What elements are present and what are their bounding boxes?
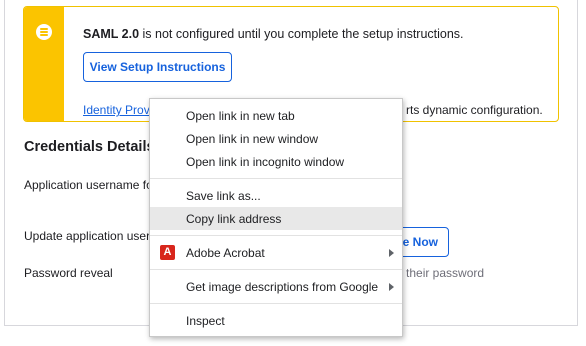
list-icon — [36, 24, 52, 40]
menu-copy-link-address[interactable]: Copy link address — [150, 207, 402, 230]
notice-message: SAML 2.0 is not configured until you com… — [83, 27, 464, 41]
menu-separator — [150, 269, 402, 270]
menu-adobe-acrobat[interactable]: A Adobe Acrobat — [150, 241, 402, 264]
menu-open-new-tab[interactable]: Open link in new tab — [150, 104, 402, 127]
notice-stripe — [24, 7, 64, 121]
menu-item-label: Get image descriptions from Google — [186, 279, 379, 294]
menu-separator — [150, 178, 402, 179]
password-reveal-label: Password reveal — [24, 266, 113, 280]
submenu-arrow-icon — [389, 249, 394, 257]
menu-item-label: Open link in new window — [186, 131, 319, 146]
menu-open-new-window[interactable]: Open link in new window — [150, 127, 402, 150]
menu-item-label: Open link in new tab — [186, 108, 295, 123]
notice-tail-text: rts dynamic configuration. — [406, 103, 543, 117]
menu-image-descriptions[interactable]: Get image descriptions from Google — [150, 275, 402, 298]
application-username-label: Application username fo — [24, 178, 153, 192]
menu-item-label: Open link in incognito window — [186, 154, 345, 169]
credentials-title: Credentials Details — [24, 139, 155, 155]
submenu-arrow-icon — [389, 283, 394, 291]
menu-item-label: Inspect — [186, 313, 225, 328]
context-menu: Open link in new tab Open link in new wi… — [149, 98, 403, 337]
menu-inspect[interactable]: Inspect — [150, 309, 402, 332]
menu-separator — [150, 303, 402, 304]
update-username-label: Update application usern — [24, 229, 157, 243]
menu-separator — [150, 235, 402, 236]
view-setup-instructions-button[interactable]: View Setup Instructions — [83, 52, 232, 82]
menu-item-label: Copy link address — [186, 211, 282, 226]
identity-provider-link[interactable]: Identity Prov — [83, 103, 150, 117]
password-reveal-tail: e their password — [396, 266, 485, 280]
adobe-acrobat-icon: A — [160, 245, 175, 260]
menu-save-link-as[interactable]: Save link as... — [150, 184, 402, 207]
menu-item-label: Save link as... — [186, 188, 261, 203]
menu-item-label: Adobe Acrobat — [186, 245, 265, 260]
menu-open-incognito[interactable]: Open link in incognito window — [150, 150, 402, 173]
